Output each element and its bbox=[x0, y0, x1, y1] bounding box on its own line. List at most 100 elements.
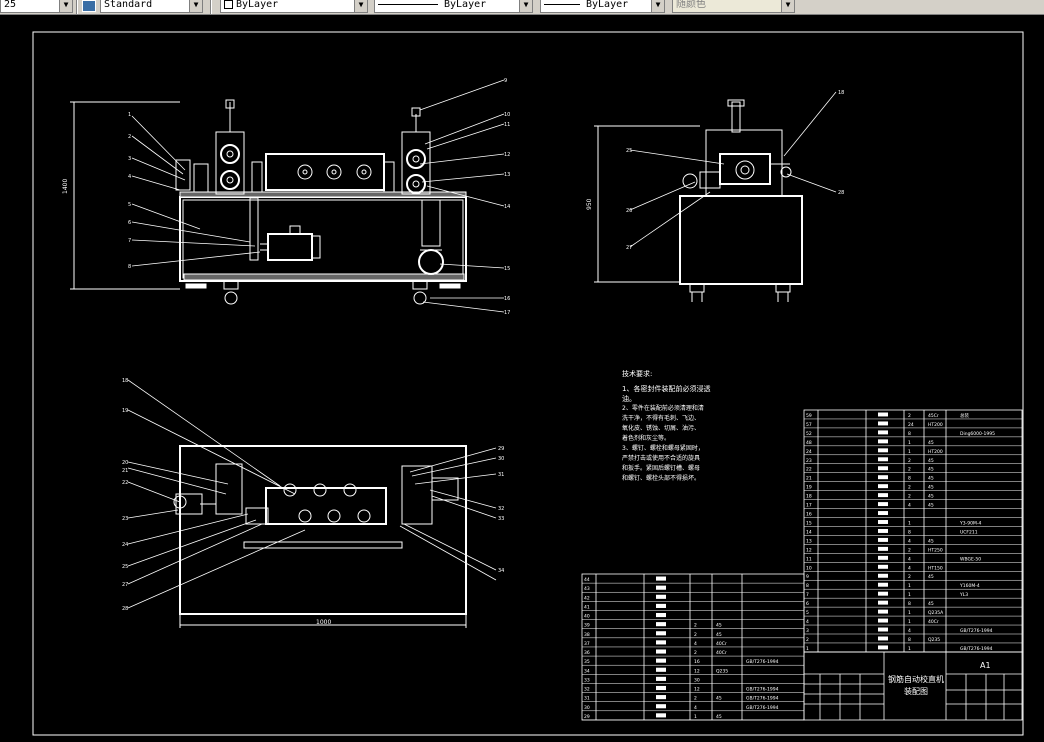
bom-cell-qty: 1 bbox=[908, 520, 911, 526]
bom-cell-no: 48 bbox=[806, 440, 812, 446]
bom-cell-qty: 1 bbox=[908, 619, 911, 625]
bom-cell-qty: 12 bbox=[694, 687, 700, 693]
bom-cell-no: 22 bbox=[806, 467, 812, 473]
front-height-dim: 1400 bbox=[62, 179, 69, 194]
bom-part-name-glyph bbox=[878, 502, 888, 507]
callout-label: 13 bbox=[504, 172, 510, 178]
callout-label: 7 bbox=[128, 238, 131, 244]
bom-cell-no: 24 bbox=[806, 449, 812, 455]
bom-cell-no: 5 bbox=[806, 610, 809, 616]
bom-cell-mat: 45Cr bbox=[928, 413, 939, 419]
bom-cell-qty: 1 bbox=[908, 610, 911, 616]
bom-cell-no: 18 bbox=[806, 494, 812, 500]
plot-style-combo[interactable]: 随颜色 ▼ bbox=[672, 0, 795, 13]
callout-label: 15 bbox=[504, 266, 510, 272]
bom-part-name-glyph bbox=[878, 457, 888, 462]
plan-width-dim: 1000 bbox=[316, 619, 331, 626]
chevron-down-icon[interactable]: ▼ bbox=[59, 0, 72, 12]
callout-label: 1 bbox=[128, 112, 131, 118]
callout-label: 8 bbox=[128, 264, 131, 270]
drawing-title-line2: 装配图 bbox=[904, 686, 928, 696]
bom-cell-std: WBGE-50 bbox=[960, 556, 981, 562]
text-height-combo[interactable]: 25 ▼ bbox=[0, 0, 73, 13]
chevron-down-icon[interactable]: ▼ bbox=[519, 0, 532, 12]
lineweight-preview bbox=[544, 3, 580, 5]
bom-cell-qty: 8 bbox=[908, 601, 911, 607]
bom-cell-no: 23 bbox=[806, 458, 812, 464]
bom-cell-std: GB/T276-1994 bbox=[960, 628, 993, 634]
callout-label: 19 bbox=[122, 408, 128, 414]
bom-cell-no: 6 bbox=[806, 601, 809, 607]
bom-cell-mat: HT200 bbox=[928, 449, 943, 455]
callout-label: 11 bbox=[504, 122, 510, 128]
bom-part-name-glyph bbox=[878, 421, 888, 426]
bom-part-name-glyph bbox=[878, 475, 888, 480]
bom-cell-std: Y160M-4 bbox=[959, 583, 980, 589]
bom-part-name-glyph bbox=[656, 685, 666, 691]
bom-cell-no: 11 bbox=[806, 556, 812, 562]
note-line: 2、零件在装配前必须清理和清 bbox=[622, 405, 704, 412]
callout-label: 32 bbox=[498, 506, 504, 512]
callout-label: 28 bbox=[122, 606, 128, 612]
plot-style-value: 随颜色 bbox=[676, 0, 706, 10]
bom-cell-no: 30 bbox=[584, 705, 590, 711]
bom-part-name-glyph bbox=[878, 439, 888, 444]
bom-cell-no: 35 bbox=[584, 659, 590, 665]
bom-cell-mat: 45 bbox=[928, 476, 934, 482]
bom-part-name-glyph bbox=[878, 430, 888, 435]
note-line: 和扳手。紧固后螺钉槽、螺母 bbox=[622, 465, 701, 472]
bom-cell-qty: 2 bbox=[694, 650, 697, 656]
bom-part-name-glyph bbox=[656, 585, 666, 590]
callout-label: 29 bbox=[498, 446, 504, 452]
bom-cell-no: 38 bbox=[584, 632, 590, 638]
bom-cell-qty: 2 bbox=[908, 485, 911, 491]
bom-cell-qty: 4 bbox=[908, 565, 911, 571]
bom-cell-qty: 4 bbox=[694, 641, 697, 647]
bom-cell-no: 15 bbox=[806, 520, 812, 526]
note-line: 洗干净，不得有毛刺、飞边、 bbox=[622, 415, 701, 422]
bom-cell-no: 57 bbox=[806, 422, 812, 428]
lineweight-combo[interactable]: ByLayer ▼ bbox=[540, 0, 665, 13]
bom-cell-mat: 45 bbox=[928, 601, 934, 607]
text-height-value: 25 bbox=[4, 0, 17, 10]
chevron-down-icon[interactable]: ▼ bbox=[354, 0, 367, 12]
callout-label: 21 bbox=[122, 468, 128, 474]
bom-part-name-glyph bbox=[656, 594, 666, 599]
callout-label: 28 bbox=[838, 190, 844, 196]
bom-cell-qty: 1 bbox=[694, 714, 697, 720]
bom-cell-qty: 8 bbox=[908, 431, 911, 437]
bom-cell-mat: HT150 bbox=[928, 565, 943, 571]
callout-label: 4 bbox=[128, 174, 131, 180]
bom-cell-std: GB/T276-1994 bbox=[746, 705, 779, 711]
bom-cell-no: 36 bbox=[584, 650, 590, 656]
drawing-canvas[interactable]: 1400 950 1000 1 2 3 4 5 6 7 8 9 10 11 12… bbox=[0, 14, 1044, 738]
layer-value: ByLayer bbox=[236, 0, 279, 10]
chevron-down-icon[interactable]: ▼ bbox=[651, 0, 664, 12]
layer-combo[interactable]: ByLayer ▼ bbox=[220, 0, 368, 13]
bom-cell-qty: 2 bbox=[908, 458, 911, 464]
bom-cell-no: 4 bbox=[806, 619, 809, 625]
bom-cell-qty: 24 bbox=[908, 422, 914, 428]
chevron-down-icon[interactable]: ▼ bbox=[781, 0, 794, 12]
bom-part-name-glyph bbox=[656, 576, 666, 581]
callout-label: 16 bbox=[504, 296, 510, 302]
bom-part-name-glyph bbox=[878, 466, 888, 471]
bom-cell-no: 32 bbox=[584, 687, 590, 693]
bom-cell-no: 2 bbox=[806, 637, 809, 643]
chevron-down-icon[interactable]: ▼ bbox=[189, 0, 202, 12]
properties-toolbar: 25 ▼ Standard ▼ ByLayer ▼ ByLayer ▼ ByLa… bbox=[0, 0, 1044, 15]
bom-cell-no: 34 bbox=[584, 668, 590, 674]
linetype-combo[interactable]: ByLayer ▼ bbox=[374, 0, 533, 13]
bom-cell-std: 总装 bbox=[960, 412, 969, 419]
bom-part-name-glyph bbox=[656, 667, 666, 672]
bom-part-name-glyph bbox=[656, 649, 666, 654]
dimension-style-icon[interactable] bbox=[82, 0, 96, 12]
bom-cell-no: 10 bbox=[806, 565, 812, 571]
bom-cell-no: 33 bbox=[584, 677, 590, 683]
bom-part-name-glyph bbox=[878, 636, 888, 641]
callout-label: 10 bbox=[504, 112, 510, 118]
dim-style-combo[interactable]: Standard ▼ bbox=[100, 0, 203, 13]
bom-part-name-glyph bbox=[878, 511, 888, 516]
bom-part-name-glyph bbox=[656, 612, 666, 618]
bom-part-name-glyph bbox=[878, 493, 888, 498]
